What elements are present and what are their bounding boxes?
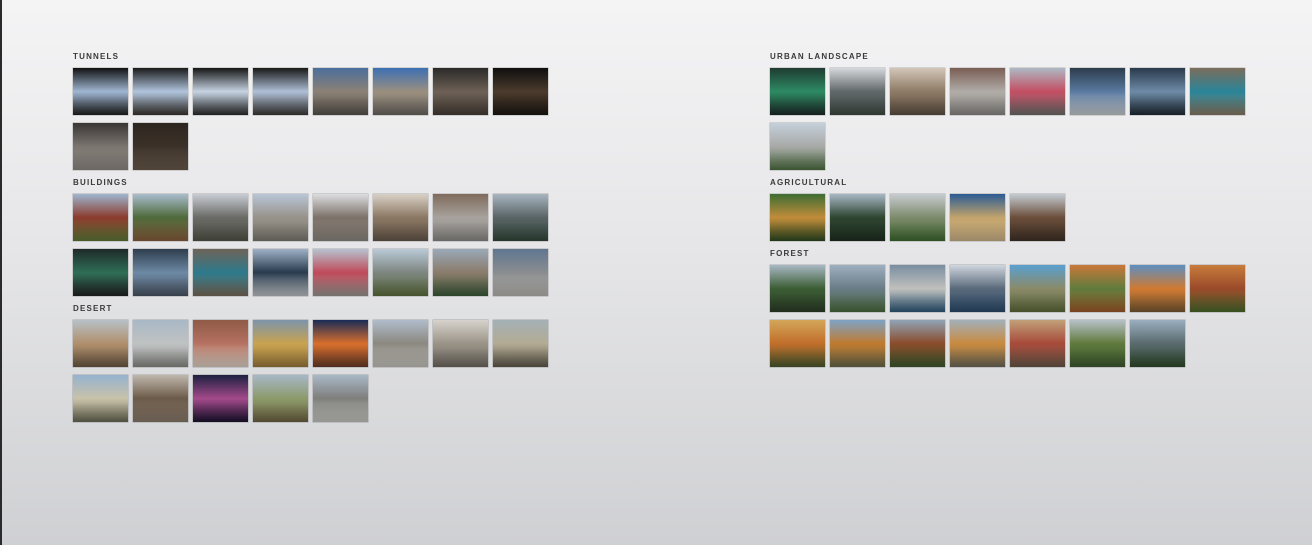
group-title-desert: DESERT	[73, 304, 113, 313]
photo-thumbnail[interactable]	[253, 320, 308, 367]
photo-thumbnail[interactable]	[1070, 265, 1125, 312]
photo-thumbnail[interactable]	[253, 194, 308, 241]
photo-thumbnail[interactable]	[1130, 265, 1185, 312]
group-title-buildings: BUILDINGS	[73, 178, 128, 187]
photo-thumbnail[interactable]	[193, 68, 248, 115]
photo-thumbnail[interactable]	[950, 68, 1005, 115]
photo-thumbnail[interactable]	[133, 194, 188, 241]
thumb-grid-forest	[770, 265, 1250, 375]
right-column: URBAN LANDSCAPE AGRICULTURAL FOREST	[770, 52, 1250, 375]
photo-thumbnail[interactable]	[133, 249, 188, 296]
photo-thumbnail[interactable]	[73, 123, 128, 170]
photo-thumbnail[interactable]	[73, 375, 128, 422]
group-buildings: BUILDINGS	[73, 178, 553, 304]
photo-thumbnail[interactable]	[1070, 68, 1125, 115]
photo-thumbnail[interactable]	[313, 194, 368, 241]
photo-thumbnail[interactable]	[193, 194, 248, 241]
photo-thumbnail[interactable]	[433, 320, 488, 367]
photo-thumbnail[interactable]	[1130, 68, 1185, 115]
photo-thumbnail[interactable]	[493, 68, 548, 115]
photo-thumbnail[interactable]	[770, 194, 825, 241]
group-forest: FOREST	[770, 249, 1250, 375]
left-column: TUNNELS BUILDINGS DESERT	[73, 52, 553, 430]
photo-thumbnail[interactable]	[493, 320, 548, 367]
group-title-agricultural: AGRICULTURAL	[770, 178, 848, 187]
window-edge	[0, 0, 2, 545]
photo-thumbnail[interactable]	[890, 320, 945, 367]
photo-thumbnail[interactable]	[73, 249, 128, 296]
group-agricultural: AGRICULTURAL	[770, 178, 1250, 249]
photo-thumbnail[interactable]	[133, 375, 188, 422]
photo-thumbnail[interactable]	[950, 320, 1005, 367]
photo-thumbnail[interactable]	[313, 320, 368, 367]
thumb-grid-tunnels	[73, 68, 553, 178]
photo-thumbnail[interactable]	[1010, 68, 1065, 115]
photo-thumbnail[interactable]	[1010, 265, 1065, 312]
group-urban-landscape: URBAN LANDSCAPE	[770, 52, 1250, 178]
photo-thumbnail[interactable]	[890, 265, 945, 312]
photo-thumbnail[interactable]	[433, 249, 488, 296]
photo-thumbnail[interactable]	[1190, 68, 1245, 115]
group-tunnels: TUNNELS	[73, 52, 553, 178]
photo-thumbnail[interactable]	[133, 320, 188, 367]
group-title-tunnels: TUNNELS	[73, 52, 120, 61]
photo-thumbnail[interactable]	[193, 249, 248, 296]
photo-thumbnail[interactable]	[1010, 320, 1065, 367]
photo-thumbnail[interactable]	[1070, 320, 1125, 367]
photo-thumbnail[interactable]	[73, 68, 128, 115]
photo-thumbnail[interactable]	[193, 320, 248, 367]
photo-thumbnail[interactable]	[193, 375, 248, 422]
photo-thumbnail[interactable]	[373, 194, 428, 241]
photo-thumbnail[interactable]	[770, 265, 825, 312]
photo-thumbnail[interactable]	[313, 249, 368, 296]
photo-thumbnail[interactable]	[830, 265, 885, 312]
photo-thumbnail[interactable]	[830, 194, 885, 241]
photo-thumbnail[interactable]	[133, 123, 188, 170]
group-desert: DESERT	[73, 304, 553, 430]
photo-thumbnail[interactable]	[373, 68, 428, 115]
photo-thumbnail[interactable]	[373, 249, 428, 296]
photo-thumbnail[interactable]	[890, 194, 945, 241]
photo-thumbnail[interactable]	[133, 68, 188, 115]
photo-thumbnail[interactable]	[433, 68, 488, 115]
photo-thumbnail[interactable]	[493, 249, 548, 296]
photo-thumbnail[interactable]	[373, 320, 428, 367]
group-title-urban-landscape: URBAN LANDSCAPE	[770, 52, 869, 61]
thumb-grid-buildings	[73, 194, 553, 304]
photo-thumbnail[interactable]	[1190, 265, 1245, 312]
thumb-grid-urban-landscape	[770, 68, 1250, 178]
photo-thumbnail[interactable]	[950, 265, 1005, 312]
photo-thumbnail[interactable]	[73, 320, 128, 367]
photo-thumbnail[interactable]	[890, 68, 945, 115]
photo-thumbnail[interactable]	[433, 194, 488, 241]
photo-thumbnail[interactable]	[1130, 320, 1185, 367]
photo-thumbnail[interactable]	[1010, 194, 1065, 241]
photo-thumbnail[interactable]	[253, 375, 308, 422]
photo-thumbnail[interactable]	[493, 194, 548, 241]
photo-thumbnail[interactable]	[830, 68, 885, 115]
photo-thumbnail[interactable]	[770, 68, 825, 115]
thumb-grid-desert	[73, 320, 553, 430]
photo-thumbnail[interactable]	[770, 320, 825, 367]
photo-thumbnail[interactable]	[73, 194, 128, 241]
photo-thumbnail[interactable]	[253, 249, 308, 296]
photo-thumbnail[interactable]	[313, 375, 368, 422]
photo-thumbnail[interactable]	[313, 68, 368, 115]
photo-thumbnail[interactable]	[770, 123, 825, 170]
photo-thumbnail[interactable]	[950, 194, 1005, 241]
photo-thumbnail[interactable]	[830, 320, 885, 367]
group-title-forest: FOREST	[770, 249, 810, 258]
photo-thumbnail[interactable]	[253, 68, 308, 115]
thumb-grid-agricultural	[770, 194, 1250, 249]
